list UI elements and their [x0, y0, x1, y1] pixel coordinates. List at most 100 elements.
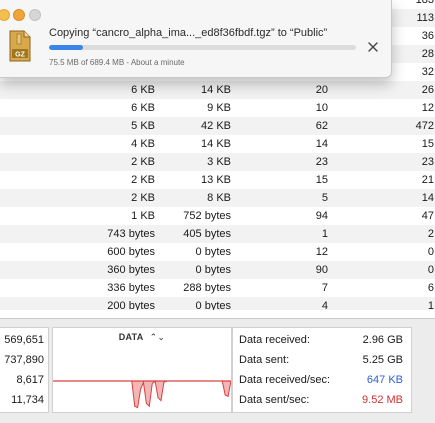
table-cell: 4 KB [131, 138, 155, 150]
table-row[interactable]: 5 KB 42 KB 62 472 [0, 117, 435, 135]
table-cell: 5 KB [131, 120, 155, 132]
stat-label: Data received: [239, 334, 310, 346]
table-cell: 12 [421, 102, 434, 114]
network-stats: Data received: 2.96 GB Data sent: 5.25 G… [232, 327, 412, 413]
table-row[interactable]: 2 KB 3 KB 23 23 [0, 153, 435, 171]
table-cell: 336 bytes [107, 282, 155, 294]
table-cell: 47 [421, 210, 434, 222]
table-row[interactable]: 743 bytes 405 bytes 1 2 [0, 225, 435, 243]
copy-progress-status: 75.5 MB of 689.4 MB - About a minute [49, 58, 185, 67]
packets-out-sec-value: 11,734 [11, 394, 44, 406]
table-cell: 15 [421, 138, 434, 150]
zoom-button[interactable] [13, 9, 25, 21]
table-cell: 6 KB [131, 84, 155, 96]
table-cell: 0 bytes [195, 264, 231, 276]
stat-value: 647 KB [366, 374, 403, 386]
packets-out-value: 737,890 [4, 354, 44, 366]
table-cell: 0 bytes [195, 246, 231, 258]
table-cell: 13 KB [201, 174, 231, 186]
table-cell: 183 [415, 0, 434, 6]
table-cell: 14 KB [201, 138, 231, 150]
table-cell: 0 bytes [195, 300, 231, 310]
table-cell: 2 KB [131, 174, 155, 186]
table-cell: 23 [315, 156, 328, 168]
table-cell: 28 [421, 48, 434, 60]
table-cell: 360 bytes [107, 264, 155, 276]
table-cell: 472 [415, 120, 434, 132]
minimize-button[interactable] [0, 9, 10, 21]
table-cell: 6 KB [131, 102, 155, 114]
table-row[interactable]: 2 KB 13 KB 15 21 [0, 171, 435, 189]
network-panel: 569,651 737,890 8,617 11,734 DATA ⌃⌄ Data… [0, 318, 435, 423]
table-cell: 3 KB [207, 156, 231, 168]
table-cell: 14 [421, 192, 434, 204]
copy-title: Copying “cancro_alpha_ima..._ed8f36fbdf.… [49, 27, 328, 39]
graph-mode-selector[interactable]: DATA ⌃⌄ [53, 332, 231, 343]
table-row[interactable]: 360 bytes 0 bytes 90 0 [0, 261, 435, 279]
table-cell: 21 [421, 174, 434, 186]
table-cell: 600 bytes [107, 246, 155, 258]
table-cell: 36 [421, 30, 434, 42]
table-cell: 12 [315, 246, 328, 258]
table-cell: 42 KB [201, 120, 231, 132]
table-cell: 23 [421, 156, 434, 168]
packets-in-sec-value: 8,617 [16, 374, 44, 386]
table-cell: 1 [321, 228, 328, 240]
table-cell: 9 KB [207, 102, 231, 114]
table-cell: 0 [427, 264, 434, 276]
table-cell: 15 [315, 174, 328, 186]
stat-label: Data received/sec: [239, 374, 331, 386]
stat-value: 9.52 MB [362, 394, 403, 406]
table-row[interactable]: 4 KB 14 KB 14 15 [0, 135, 435, 153]
table-cell: 288 bytes [183, 282, 231, 294]
sent-series-area [53, 379, 231, 409]
table-cell: 94 [315, 210, 328, 222]
stat-data-sent-sec: Data sent/sec: 9.52 MB [233, 390, 411, 410]
copy-progress-fill [49, 45, 83, 50]
table-cell: 752 bytes [183, 210, 231, 222]
table-row[interactable]: 336 bytes 288 bytes 7 6 [0, 279, 435, 297]
copy-progress-bar [49, 45, 356, 50]
table-cell: 26 [421, 84, 434, 96]
table-cell: 1 KB [131, 210, 155, 222]
table-row[interactable]: 2 KB 8 KB 5 14 [0, 189, 435, 207]
table-cell: 62 [315, 120, 328, 132]
table-cell: 2 [427, 228, 434, 240]
table-cell: 7 [321, 282, 328, 294]
network-graph: DATA ⌃⌄ [52, 327, 232, 413]
table-row[interactable]: 6 KB 14 KB 20 26 [0, 81, 435, 99]
table-cell: 14 [315, 138, 328, 150]
table-cell: 20 [315, 84, 328, 96]
stat-label: Data sent: [239, 354, 290, 366]
packets-in-value: 569,651 [4, 334, 44, 346]
stat-data-received-sec: Data received/sec: 647 KB [233, 370, 411, 390]
table-cell: 10 [315, 102, 328, 114]
table-cell: 8 KB [207, 192, 231, 204]
table-row[interactable]: 200 bytes 0 bytes 4 1 [0, 297, 435, 310]
table-cell: 6 [427, 282, 434, 294]
close-icon[interactable] [366, 40, 380, 54]
table-cell: 0 [427, 246, 434, 258]
stat-data-sent: Data sent: 5.25 GB [233, 350, 411, 370]
up-down-chevron-icon: ⌃⌄ [149, 332, 166, 342]
table-cell: 2 KB [131, 192, 155, 204]
disabled-window-button [29, 9, 41, 21]
table-row[interactable]: 6 KB 9 KB 10 12 [0, 99, 435, 117]
stat-label: Data sent/sec: [239, 394, 310, 406]
table-cell: 4 [321, 300, 328, 310]
graph-mode-label: DATA [118, 332, 144, 342]
table-row[interactable]: 600 bytes 0 bytes 12 0 [0, 243, 435, 261]
packets-values-box: 569,651 737,890 8,617 11,734 [0, 327, 49, 413]
archive-file-icon: GZ [9, 30, 31, 62]
stat-data-received: Data received: 2.96 GB [233, 330, 411, 350]
table-cell: 5 [321, 192, 328, 204]
stat-value: 2.96 GB [362, 334, 403, 346]
archive-icon-label: GZ [15, 52, 25, 59]
copy-progress-window: GZ Copying “cancro_alpha_ima..._ed8f36fb… [0, 0, 392, 78]
stat-value: 5.25 GB [362, 354, 403, 366]
table-cell: 1 [427, 300, 434, 310]
table-cell: 2 KB [131, 156, 155, 168]
table-row[interactable]: 1 KB 752 bytes 94 47 [0, 207, 435, 225]
table-cell: 200 bytes [107, 300, 155, 310]
table-cell: 32 [421, 66, 434, 78]
